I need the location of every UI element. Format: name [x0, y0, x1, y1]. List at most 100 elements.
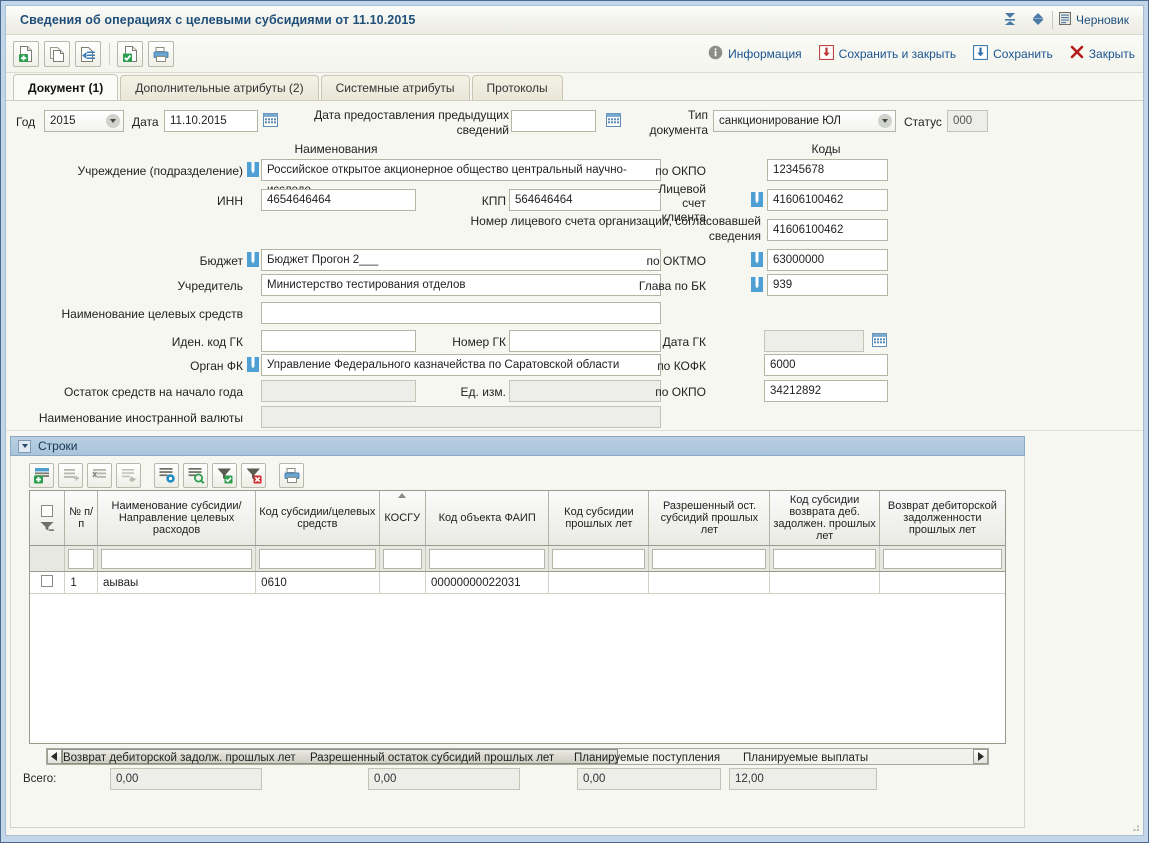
filter-cell-subsidy-code[interactable] [255, 545, 380, 572]
close-button[interactable]: Закрыть [1070, 45, 1135, 62]
oktmo-input[interactable]: 63000000 [767, 249, 888, 271]
filter-input-subsidy-code[interactable] [259, 548, 376, 569]
filter-cell-faip-code[interactable] [425, 545, 550, 572]
oktmo-lookup-icon[interactable] [751, 252, 763, 267]
date-input[interactable]: 11.10.2015 [164, 110, 258, 132]
column-prev-subsidy-code[interactable]: Код субсидии прошлых лет [548, 491, 650, 546]
save-and-close-button[interactable]: Сохранить и закрыть [818, 44, 956, 63]
row-select-cell[interactable] [30, 571, 66, 594]
chevron-down-icon[interactable] [18, 439, 31, 453]
balance-input [261, 380, 416, 402]
column-return-receivables[interactable]: Возврат дебиторской задолженности прошлы… [879, 491, 1005, 546]
grid-insert-row-button[interactable] [58, 462, 83, 488]
filter-cell-return-subsidy-code[interactable] [769, 545, 880, 572]
filter-input-subsidy-name[interactable] [100, 548, 253, 569]
grid-delete-row-button[interactable] [87, 462, 112, 488]
tab-protocols-label: Протоколы [486, 81, 548, 95]
column-number-label: № п/п [69, 506, 94, 530]
column-kosgu[interactable]: КОСГУ [379, 491, 427, 546]
organ-fk-lookup-icon[interactable] [247, 357, 259, 372]
filter-cell-kosgu[interactable] [379, 545, 427, 572]
filter-input-return-subsidy-code[interactable] [773, 548, 876, 569]
tab-system-attributes[interactable]: Системные атрибуты [320, 75, 470, 100]
tab-document[interactable]: Документ (1) [13, 74, 119, 100]
select-all-column[interactable] [30, 491, 66, 546]
gk-date-calendar-icon[interactable] [872, 333, 887, 347]
grid-add-row-button[interactable] [29, 462, 54, 488]
tab-system-attributes-label: Системные атрибуты [335, 81, 455, 95]
organ-fk-input[interactable]: Управление Федерального казначейства по … [261, 354, 661, 376]
budget-input[interactable]: Бюджет Прогон 2___ [261, 249, 661, 271]
gk-code-input[interactable] [261, 330, 416, 352]
filter-cell-number[interactable] [64, 545, 98, 572]
select-all-checkbox[interactable] [41, 504, 54, 517]
resize-grip[interactable] [1128, 820, 1140, 832]
tab-additional-attributes-label: Дополнительные атрибуты (2) [135, 81, 304, 95]
tab-protocols[interactable]: Протоколы [471, 75, 563, 100]
filter-icon[interactable] [40, 521, 55, 532]
client-account-input[interactable]: 41606100462 [767, 189, 888, 211]
filter-input-faip-code[interactable] [429, 548, 546, 569]
row-checkbox[interactable] [41, 575, 54, 587]
tab-additional-attributes[interactable]: Дополнительные атрибуты (2) [120, 75, 319, 100]
expand-all-icon[interactable] [1002, 11, 1018, 30]
grid-apply-filter-button[interactable] [212, 462, 237, 488]
table-row[interactable]: 1 аываы 0610 00000000022031 [30, 571, 1005, 594]
gk-date-input[interactable] [764, 330, 864, 352]
filter-input-allowed-balance[interactable] [652, 548, 767, 569]
grid-search-button[interactable] [183, 462, 208, 488]
copy-document-button[interactable] [44, 40, 70, 67]
budget-lookup-icon[interactable] [247, 252, 259, 267]
okpo2-value: 34212892 [770, 385, 822, 397]
print-document-button[interactable] [148, 40, 174, 67]
kpp-input[interactable]: 564646464 [509, 189, 661, 211]
filter-cell-subsidy-name[interactable] [97, 545, 257, 572]
institution-input[interactable]: Российское открытое акционерное общество… [261, 159, 661, 196]
validate-document-button[interactable] [117, 40, 143, 67]
collapse-all-icon[interactable] [1030, 11, 1046, 30]
org-account-input[interactable]: 41606100462 [767, 219, 888, 241]
prev-info-date-input[interactable] [511, 110, 596, 132]
founder-input[interactable]: Министерство тестирования отделов [261, 274, 661, 296]
date-calendar-icon[interactable] [263, 113, 278, 127]
info-button[interactable]: Информация [708, 45, 802, 63]
institution-lookup-icon[interactable] [247, 162, 259, 177]
column-subsidy-code[interactable]: Код субсидии/целевых средств [255, 491, 380, 546]
filter-cell-return-receivables[interactable] [879, 545, 1005, 572]
grid-settings-button[interactable] [154, 462, 179, 488]
new-document-button[interactable] [13, 40, 39, 67]
filter-input-number[interactable] [68, 548, 94, 569]
year-select[interactable]: 2015 [44, 110, 124, 132]
column-allowed-balance[interactable]: Разрешенный ост. субсидий прошлых лет [648, 491, 771, 546]
import-document-button[interactable] [75, 40, 101, 67]
okpo-input[interactable]: 12345678 [767, 159, 888, 181]
client-account-lookup-icon[interactable] [751, 192, 763, 207]
prev-info-date-calendar-icon[interactable] [606, 113, 621, 127]
column-return-subsidy-code[interactable]: Код субсидии возврата деб. задолжен. про… [769, 491, 880, 546]
status-label: Статус [904, 115, 942, 129]
grid-clear-filter-button[interactable] [241, 462, 266, 488]
totals-all-label: Всего: [23, 773, 57, 785]
doc-type-label: Тип документа [649, 108, 708, 137]
column-number[interactable]: № п/п [64, 491, 98, 546]
filter-input-return-receivables[interactable] [882, 548, 1002, 569]
glava-bk-lookup-icon[interactable] [751, 277, 763, 292]
column-subsidy-name[interactable]: Наименование субсидии/Направление целевы… [97, 491, 257, 546]
filter-cell-allowed-balance[interactable] [648, 545, 771, 572]
okpo2-input[interactable]: 34212892 [764, 380, 888, 402]
glava-bk-input[interactable]: 939 [767, 274, 888, 296]
rows-grid-table: № п/п Наименование субсидии/Направление … [30, 491, 1005, 594]
save-button[interactable]: Сохранить [973, 44, 1053, 63]
grid-header-row: № п/п Наименование субсидии/Направление … [30, 491, 1005, 546]
target-funds-label: Наименование целевых средств [61, 307, 244, 321]
inn-input[interactable]: 4654646464 [261, 189, 416, 211]
filter-input-kosgu[interactable] [382, 548, 423, 569]
grid-print-button[interactable] [279, 462, 304, 488]
kofk-input[interactable]: 6000 [764, 354, 888, 376]
target-funds-input[interactable] [261, 302, 661, 324]
filter-input-prev-subsidy-code[interactable] [552, 548, 646, 569]
filter-cell-prev-subsidy-code[interactable] [548, 545, 650, 572]
grid-edit-row-button[interactable] [116, 462, 141, 488]
column-faip-code[interactable]: Код объекта ФАИП [425, 491, 550, 546]
doc-type-select[interactable]: санкционирование ЮЛ [713, 110, 896, 132]
